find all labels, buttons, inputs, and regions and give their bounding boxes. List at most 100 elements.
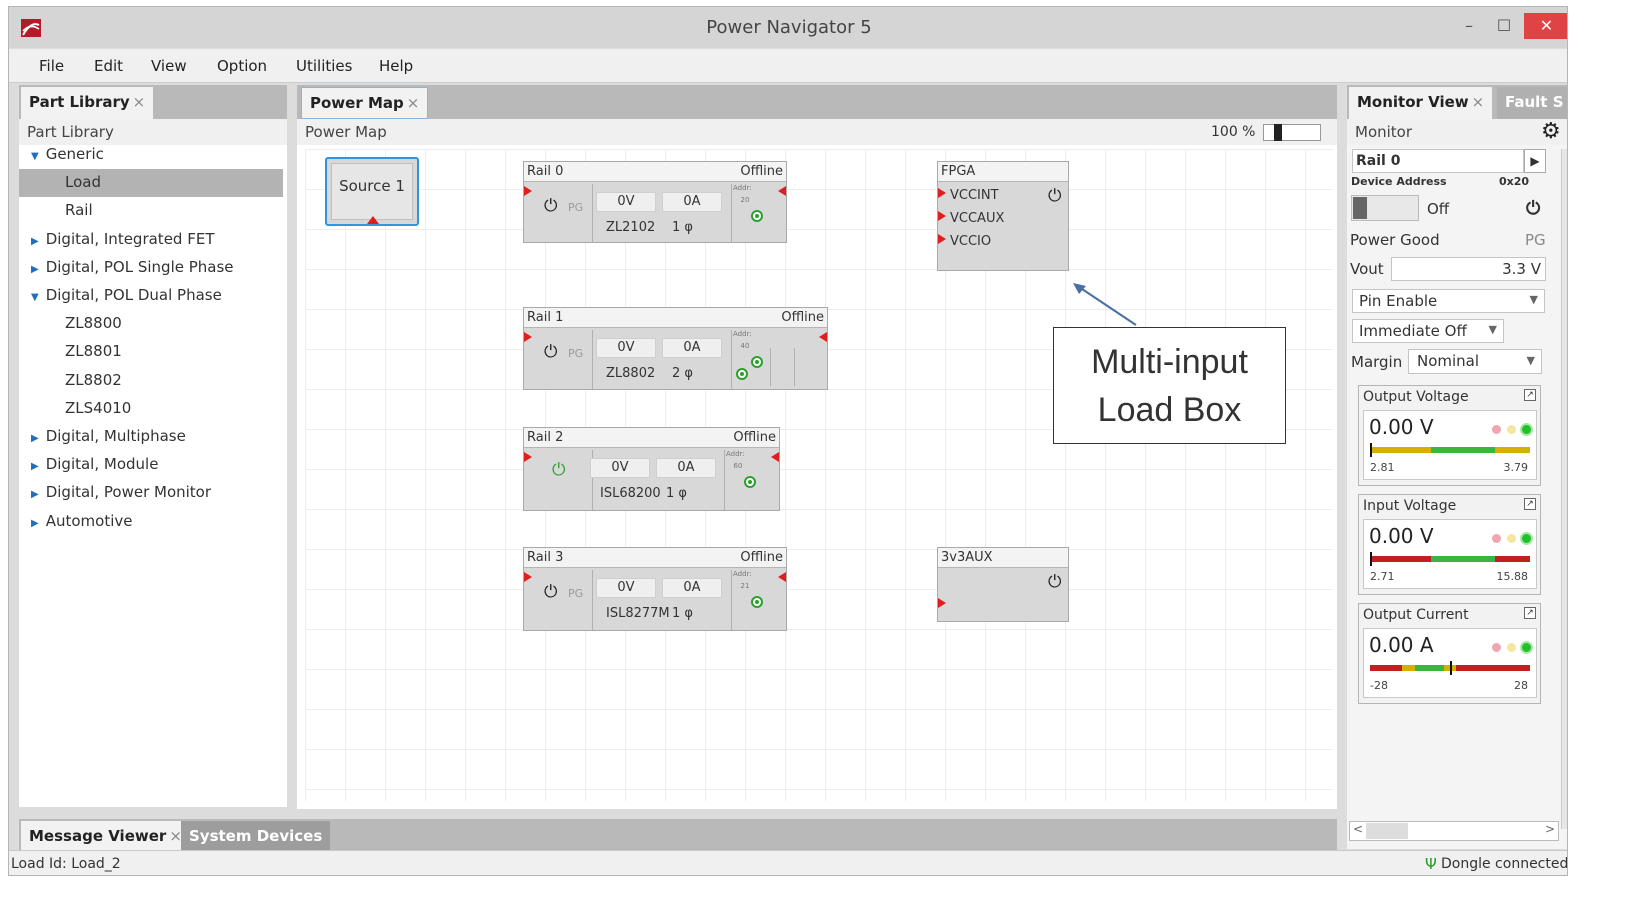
tab-power-map[interactable]: Power Map ×	[301, 87, 429, 119]
power-icon[interactable]: ⏻	[1048, 186, 1061, 206]
output-toggle[interactable]	[1351, 195, 1419, 221]
power-map-canvas[interactable]	[305, 149, 1333, 801]
chevron-right-icon[interactable]: ▶	[31, 489, 39, 500]
tree-item[interactable]: ▶ Digital, Power Monitor	[31, 483, 211, 501]
tree-item[interactable]: ▶ Automotive	[31, 512, 132, 530]
close-icon[interactable]: ×	[407, 94, 420, 112]
tree-item[interactable]: ▶ Digital, POL Single Phase	[31, 258, 234, 276]
rail-select[interactable]: Rail 0	[1352, 149, 1524, 173]
power-navigator-window: Power Navigator 5 – ☐ ✕ File Edit View O…	[8, 6, 1568, 876]
tree-item[interactable]: ZL8801	[65, 342, 122, 360]
minimize-button[interactable]: –	[1455, 13, 1483, 39]
tree-item[interactable]: ▶ Digital, Multiphase	[31, 427, 186, 445]
chevron-right-icon[interactable]: ▶	[31, 433, 39, 444]
power-icon[interactable]: ⏻	[544, 196, 557, 216]
menu-view[interactable]: View	[151, 57, 187, 75]
chevron-right-icon[interactable]: ▶	[31, 461, 39, 472]
maximize-button[interactable]: ☐	[1489, 13, 1519, 39]
rail-node[interactable]: Rail 0 Offline ⏻ PG 0V 0A ZL2102 1 φ Addr: 20	[523, 161, 787, 243]
tree-item[interactable]: Load	[19, 169, 283, 198]
chevron-right-icon[interactable]: ▶	[31, 518, 39, 529]
rail-name: Rail 0	[527, 164, 564, 179]
rail-output-port[interactable]	[778, 186, 786, 196]
immediate-off-select[interactable]: Immediate Off ▼	[1352, 319, 1504, 343]
rail-output-port[interactable]	[778, 572, 786, 582]
alarm-dot-red	[1492, 534, 1501, 543]
vout-field[interactable]: 3.3 V	[1391, 257, 1546, 281]
zoom-slider-handle[interactable]	[1274, 124, 1282, 141]
load-input-port[interactable]	[938, 211, 946, 221]
tab-system-devices[interactable]: System Devices	[181, 821, 331, 851]
load-node-fpga[interactable]: FPGA VCCINT VCCAUX VCCIO ⏻	[937, 161, 1069, 271]
power-icon[interactable]: ⏻	[552, 460, 565, 480]
close-icon[interactable]: ×	[169, 827, 182, 845]
part-number: ZL2102	[606, 220, 656, 235]
source-node[interactable]: Source 1	[325, 157, 419, 226]
rail-input-port[interactable]	[524, 452, 532, 462]
tree-item[interactable]: ZLS4010	[65, 399, 131, 417]
rail-input-port[interactable]	[524, 186, 532, 196]
close-button[interactable]: ✕	[1524, 13, 1567, 39]
horizontal-scrollbar[interactable]: < >	[1349, 821, 1559, 841]
power-map-header: Power Map	[297, 119, 1337, 145]
rail-output-port[interactable]	[771, 452, 779, 462]
gauge-min: -28	[1370, 679, 1388, 692]
pin-enable-select[interactable]: Pin Enable ▼	[1352, 289, 1545, 313]
menu-help[interactable]: Help	[379, 57, 413, 75]
chevron-down-icon[interactable]: ▼	[31, 151, 39, 162]
rail-input-port[interactable]	[524, 572, 532, 582]
rail-node[interactable]: Rail 1 Offline ⏻ PG 0V 0A ZL8802 2 φ Addr: 40	[523, 307, 828, 390]
power-icon[interactable]: ⏻	[1526, 198, 1540, 219]
close-icon[interactable]: ×	[1472, 93, 1485, 111]
close-icon[interactable]: ×	[133, 93, 146, 111]
zoom-slider[interactable]	[1263, 124, 1321, 141]
tab-monitor-view[interactable]: Monitor View ×	[1349, 87, 1493, 119]
margin-select[interactable]: Nominal ▼	[1408, 349, 1542, 374]
rail-node[interactable]: Rail 3 Offline ⏻ PG 0V 0A ISL8277M 1 φ Addr: 21	[523, 547, 787, 631]
gear-icon[interactable]: ⚙	[1541, 119, 1561, 144]
play-button[interactable]: ▶	[1524, 149, 1546, 173]
load-input-port[interactable]	[938, 598, 946, 608]
tab-part-library[interactable]: Part Library ×	[21, 87, 154, 119]
chevron-down-icon[interactable]: ▼	[31, 292, 39, 303]
chevron-right-icon[interactable]: ▶	[31, 264, 39, 275]
tree-item[interactable]: ▼ Generic	[31, 145, 104, 163]
addr-value: 21	[740, 582, 750, 590]
menu-edit[interactable]: Edit	[94, 57, 123, 75]
menu-file[interactable]: File	[39, 57, 64, 75]
tab-fault-status[interactable]: Fault S	[1497, 87, 1567, 119]
rail-node[interactable]: Rail 2 Offline ⏻ 0V 0A ISL68200 1 φ Addr: 60	[523, 427, 780, 511]
tab-message-viewer[interactable]: Message Viewer ×	[21, 821, 190, 851]
monitor-scrollbar[interactable]	[1561, 149, 1567, 829]
menu-utilities[interactable]: Utilities	[296, 57, 352, 75]
vout-label: Vout	[1350, 260, 1384, 278]
rail-input-port[interactable]	[524, 332, 532, 342]
expand-icon[interactable]: ↗	[1524, 607, 1536, 619]
tree-item[interactable]: ▼ Digital, POL Dual Phase	[31, 286, 222, 304]
rail-select-value: Rail 0	[1356, 153, 1401, 169]
tree-item[interactable]: ▶ Digital, Module	[31, 455, 158, 473]
load-input-port[interactable]	[938, 234, 946, 244]
margin-value: Nominal	[1417, 352, 1480, 370]
rail-name: Rail 3	[527, 550, 564, 565]
power-icon[interactable]: ⏻	[544, 342, 557, 362]
power-good-label: Power Good	[1350, 231, 1440, 249]
rail-header: Rail 0 Offline	[524, 162, 786, 182]
monitor-header: Monitor	[1347, 119, 1567, 145]
tree-item[interactable]: Rail	[65, 201, 93, 219]
rail-status: Offline	[740, 550, 783, 565]
power-icon[interactable]: ⏻	[1048, 572, 1061, 592]
chevron-right-icon[interactable]: ▶	[31, 236, 39, 247]
tree-item[interactable]: ▶ Digital, Integrated FET	[31, 230, 214, 248]
source-output-port[interactable]	[367, 216, 379, 224]
expand-icon[interactable]: ↗	[1524, 498, 1536, 510]
expand-icon[interactable]: ↗	[1524, 389, 1536, 401]
power-icon[interactable]: ⏻	[544, 582, 557, 602]
tree-item[interactable]: ZL8800	[65, 314, 122, 332]
window-title: Power Navigator 5	[706, 17, 872, 38]
tree-item[interactable]: ZL8802	[65, 371, 122, 389]
load-node-3v3aux[interactable]: 3v3AUX ⏻	[937, 547, 1069, 622]
load-input-port[interactable]	[938, 188, 946, 198]
rail-output-port[interactable]	[819, 332, 827, 342]
menu-option[interactable]: Option	[217, 57, 267, 75]
